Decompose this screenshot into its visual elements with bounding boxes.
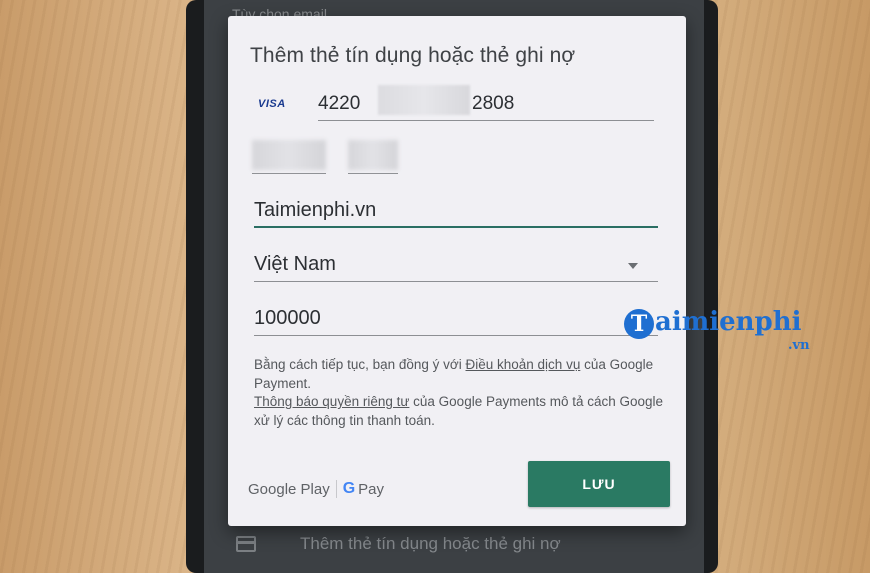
expiry-date-field[interactable] [252, 138, 326, 174]
cvc-blur-mask [348, 140, 398, 170]
watermark-text: aimienphi [655, 307, 802, 337]
watermark-suffix: .vn [788, 338, 810, 353]
credit-card-icon [236, 536, 256, 552]
terms-text: Bằng cách tiếp tục, bạn đồng ý với Điều … [254, 356, 664, 430]
cvc-field[interactable] [348, 138, 398, 174]
privacy-notice-link[interactable]: Thông báo quyền riêng tư [254, 394, 409, 409]
card-number-blur-mask [378, 85, 470, 115]
cardholder-name-field[interactable]: Taimienphi.vn [254, 196, 658, 228]
terms-of-service-link[interactable]: Điều khoản dịch vụ [466, 357, 581, 372]
dialog-title: Thêm thẻ tín dụng hoặc thẻ ghi nợ [250, 44, 576, 67]
expiry-blur-mask [252, 140, 326, 170]
brand-divider [335, 480, 337, 498]
save-button[interactable]: LƯU [528, 461, 670, 507]
background-add-card-row: Thêm thẻ tín dụng hoặc thẻ ghi nợ [236, 530, 561, 558]
background-add-card-label: Thêm thẻ tín dụng hoặc thẻ ghi nợ [300, 534, 561, 553]
terms-prefix: Bằng cách tiếp tục, bạn đồng ý với [254, 357, 466, 372]
visa-logo-icon: VISA [258, 98, 286, 110]
country-value: Việt Nam [254, 253, 336, 275]
google-g-icon: G [342, 480, 356, 497]
gpay-label: Pay [358, 480, 385, 498]
card-number-start: 4220 [318, 93, 361, 114]
card-number-end: 2808 [472, 93, 515, 114]
taimienphi-watermark-logo: T aimienphi [624, 307, 802, 339]
google-play-label: Google Play [248, 480, 330, 498]
card-number-field[interactable]: 4220 2808 [318, 85, 654, 121]
watermark-logo-icon: T [624, 309, 654, 339]
add-card-dialog: Thêm thẻ tín dụng hoặc thẻ ghi nợ VISA 4… [228, 16, 686, 526]
footer-branding: Google Play G Pay [248, 480, 384, 498]
country-dropdown[interactable]: Việt Nam [254, 250, 658, 282]
postal-code-field[interactable]: 100000 [254, 304, 658, 336]
dropdown-arrow-icon[interactable] [628, 263, 638, 269]
